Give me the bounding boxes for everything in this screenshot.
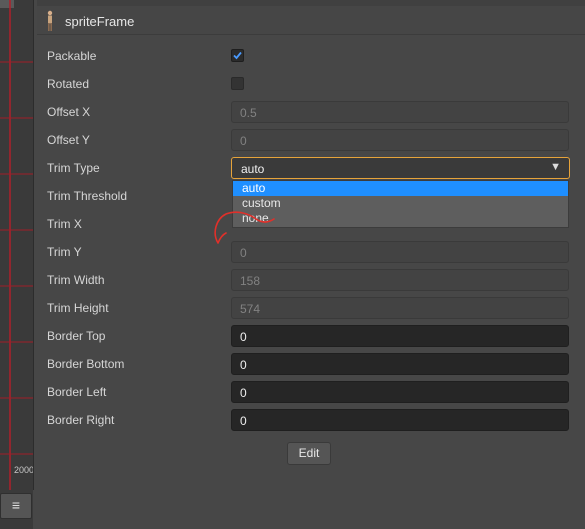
border-bottom-value: 0 [240, 358, 247, 372]
trim-type-label: Trim Type [47, 161, 100, 175]
packable-checkbox[interactable] [231, 49, 244, 62]
border-top-input[interactable]: 0 [231, 325, 569, 347]
border-top-label: Border Top [47, 329, 106, 343]
offset-x-label: Offset X [47, 105, 91, 119]
border-left-input[interactable]: 0 [231, 381, 569, 403]
offset-y-label: Offset Y [47, 133, 90, 147]
packable-label: Packable [47, 49, 97, 63]
rotated-checkbox[interactable] [231, 77, 244, 90]
component-title: spriteFrame [65, 14, 135, 29]
trim-y-field: 0 [231, 241, 569, 263]
border-right-label: Border Right [47, 413, 115, 427]
offset-y-field: 0 [231, 129, 569, 151]
trim-y-label: Trim Y [47, 245, 82, 259]
trim-type-dropdown: auto custom none [232, 180, 569, 228]
checkmark-icon [233, 51, 242, 60]
border-left-label: Border Left [47, 385, 107, 399]
offset-y-value: 0 [240, 134, 247, 148]
trim-height-field: 574 [231, 297, 569, 319]
menu-icon[interactable]: ≡ [0, 493, 32, 519]
border-right-value: 0 [240, 414, 247, 428]
dropdown-option-none[interactable]: none [233, 211, 568, 226]
trim-height-value: 574 [240, 302, 261, 316]
border-top-value: 0 [240, 330, 247, 344]
border-bottom-input[interactable]: 0 [231, 353, 569, 375]
annotation-arrow-mark [214, 211, 275, 244]
dropdown-option-custom[interactable]: custom [233, 196, 568, 211]
trim-width-field: 158 [231, 269, 569, 291]
border-right-input[interactable]: 0 [231, 409, 569, 431]
dropdown-option-auto[interactable]: auto [233, 181, 568, 196]
trim-height-label: Trim Height [47, 301, 109, 315]
component-header: spriteFrame [37, 6, 585, 35]
trim-threshold-label: Trim Threshold [47, 189, 128, 203]
trim-x-label: Trim X [47, 217, 82, 231]
scene-grid-panel: 2000 [0, 0, 34, 490]
trim-width-value: 158 [240, 274, 261, 288]
grid-axis-label: 2000 [14, 465, 34, 475]
border-left-value: 0 [240, 386, 247, 400]
offset-x-field: 0.5 [231, 101, 569, 123]
trim-type-select[interactable]: auto ▼ [231, 157, 570, 179]
trim-type-value: auto [241, 162, 265, 176]
trim-width-label: Trim Width [47, 273, 105, 287]
offset-x-value: 0.5 [240, 106, 257, 120]
dropdown-arrow-icon: ▼ [550, 161, 561, 173]
rotated-label: Rotated [47, 77, 90, 91]
edit-button[interactable]: Edit [287, 442, 331, 465]
character-sprite-icon [47, 10, 53, 31]
grid-lines [0, 0, 33, 490]
border-bottom-label: Border Bottom [47, 357, 125, 371]
